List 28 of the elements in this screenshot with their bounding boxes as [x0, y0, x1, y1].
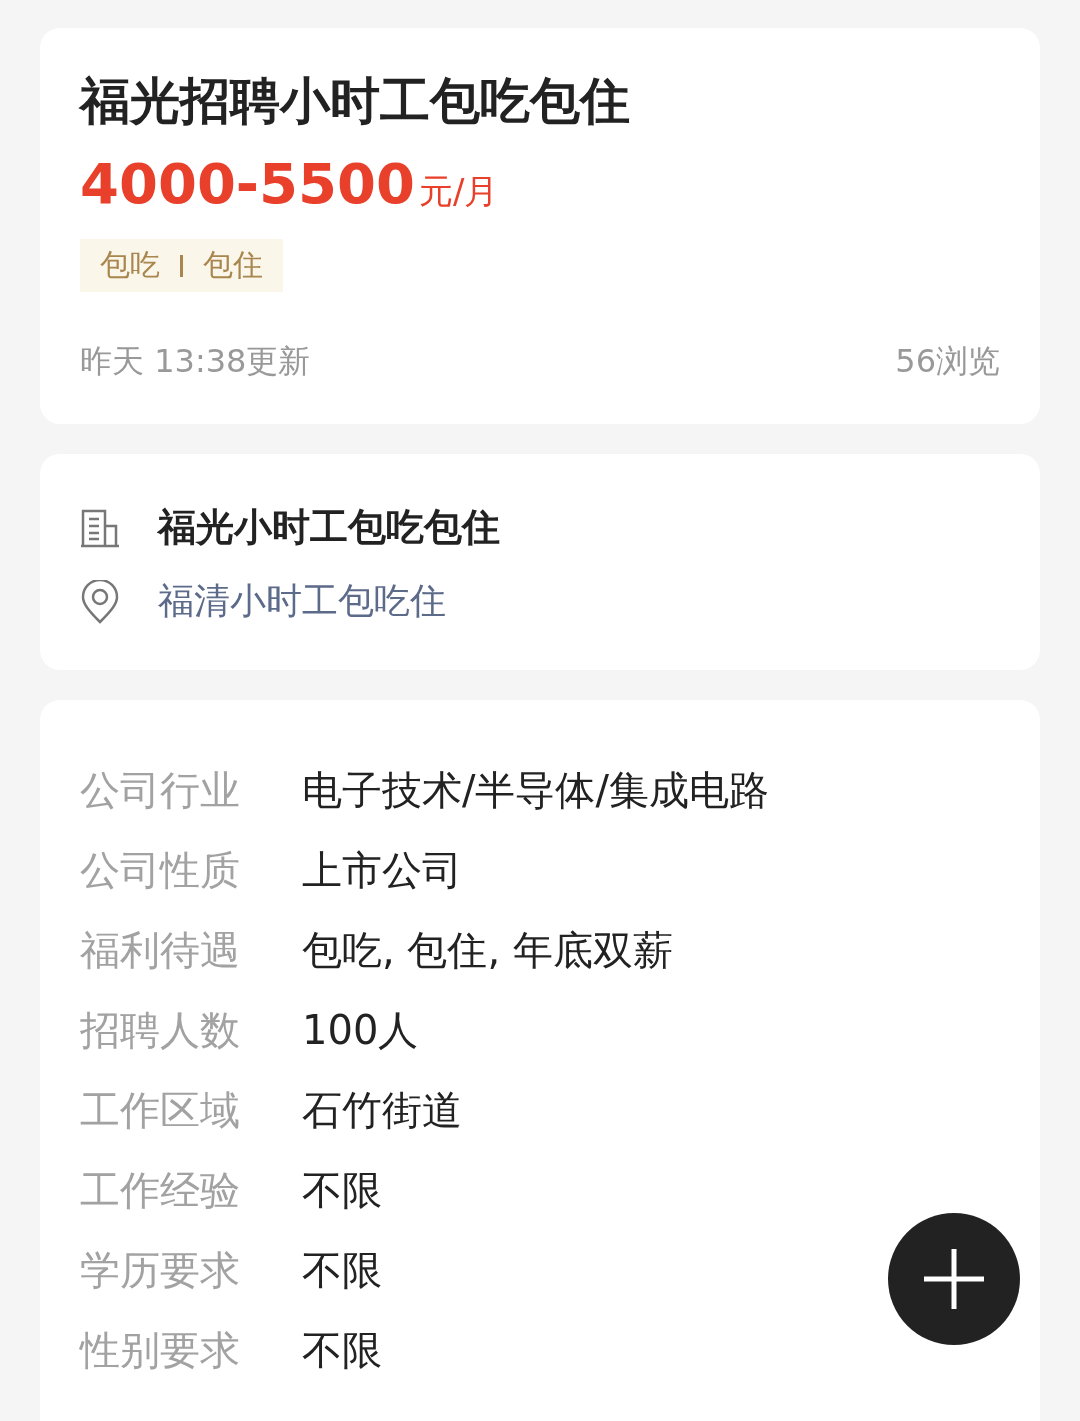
detail-label: 工作经验	[80, 1165, 241, 1215]
job-title: 福光招聘小时工包吃包住	[80, 71, 631, 132]
detail-value: 包吃, 包住, 年底双薪	[302, 925, 673, 975]
detail-value: 电子技术/半导体/集成电路	[302, 765, 769, 815]
benefit-tag: 包住	[203, 245, 263, 286]
detail-label: 公司行业	[80, 765, 241, 815]
detail-label: 招聘人数	[80, 1005, 241, 1055]
detail-value: 100人	[302, 1005, 419, 1055]
detail-value: 石竹街道	[302, 1085, 462, 1135]
detail-label: 性别要求	[80, 1325, 241, 1375]
detail-label: 工作区域	[80, 1085, 241, 1135]
detail-label: 公司性质	[80, 845, 241, 895]
detail-value: 不限	[302, 1325, 382, 1375]
plus-icon	[922, 1247, 986, 1311]
detail-value: 不限	[302, 1165, 382, 1215]
detail-value: 上市公司	[302, 845, 462, 895]
detail-label: 福利待遇	[80, 925, 241, 975]
building-icon	[80, 507, 120, 548]
location-pin-icon	[80, 579, 120, 624]
detail-value: 不限	[302, 1245, 382, 1295]
detail-label: 学历要求	[80, 1245, 241, 1295]
salary-unit: 元/月	[418, 170, 499, 213]
salary-range: 4000-5500	[80, 154, 415, 214]
location-link[interactable]: 福清小时工包吃住	[158, 577, 446, 626]
benefit-tag: 包吃	[100, 245, 160, 286]
view-count: 56浏览	[895, 341, 1000, 382]
update-time: 昨天 13:38更新	[80, 341, 311, 382]
company-name: 福光小时工包吃包住	[158, 504, 500, 551]
